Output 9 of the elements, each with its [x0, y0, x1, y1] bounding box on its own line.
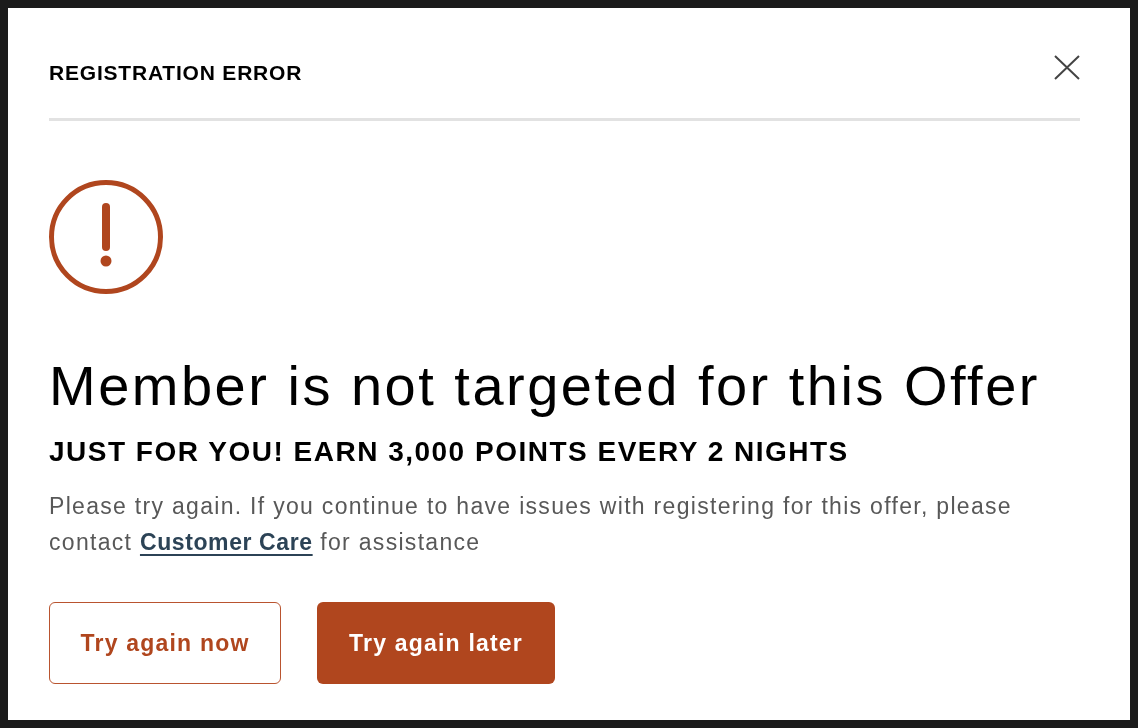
dialog-title: REGISTRATION ERROR	[49, 61, 303, 83]
warning-icon	[49, 180, 163, 294]
secondary-button[interactable]: Try again now	[49, 602, 281, 684]
offer-subtitle: JUST FOR YOU! EARN 3,000 POINTS EVERY 2 NIGHTS	[49, 438, 850, 466]
close-button[interactable]	[1053, 53, 1081, 81]
error-message: Please try again. If you continue to have issues with registering for this offer, please contact Customer Care for assistance	[49, 492, 1013, 557]
primary-button[interactable]: Try again later	[317, 602, 555, 684]
close-icon	[1054, 54, 1080, 80]
customer-care-link[interactable]: Customer Care	[139, 529, 313, 555]
